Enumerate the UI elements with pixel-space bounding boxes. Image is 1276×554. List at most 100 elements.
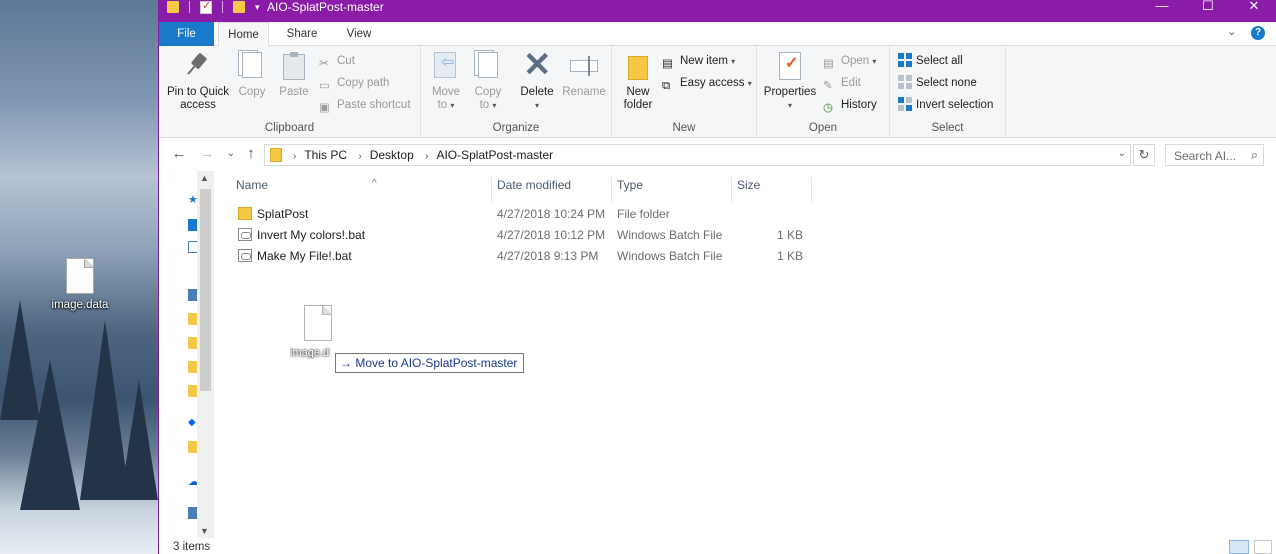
address-bar[interactable]: › This PC › Desktop › AIO-SplatPost-master … (264, 144, 1131, 166)
move-to-button[interactable]: Move to ▾ (427, 50, 465, 112)
edit-label: Edit (841, 77, 861, 89)
new-folder-button[interactable]: New folder (616, 50, 660, 112)
column-header-name[interactable]: Name ^ (231, 177, 492, 203)
details-view-icon[interactable] (1229, 540, 1249, 554)
properties-qat-icon[interactable] (200, 0, 212, 14)
refresh-button[interactable]: ↻ (1133, 144, 1155, 166)
forward-arrow-icon[interactable]: → (197, 145, 217, 162)
title-bar[interactable]: ▾ AIO-SplatPost-master — ☐ ✕ (159, 0, 1276, 22)
up-arrow-icon[interactable]: ↑ (241, 145, 261, 162)
edit-button[interactable]: ✎ Edit (823, 73, 861, 93)
open-icon: ▤ (823, 58, 834, 70)
dropdown-caret-icon: ▾ (787, 101, 792, 110)
back-arrow-icon[interactable]: ← (169, 145, 189, 162)
copy-to-button[interactable]: Copy to ▾ (469, 50, 507, 112)
tab-share[interactable]: Share (276, 22, 328, 46)
nav-pane-scrollbar[interactable]: ▲ ▼ (197, 171, 214, 538)
organize-group-label: Organize (492, 122, 540, 134)
cut-label: Cut (337, 55, 355, 67)
desktop-background: image.data (0, 0, 158, 554)
properties-button[interactable]: Properties ▾ (761, 50, 819, 112)
paste-icon (278, 50, 310, 82)
dropdown-caret-icon: ▾ (492, 101, 497, 110)
properties-icon (774, 50, 806, 82)
scrollbar-thumb[interactable] (200, 189, 211, 391)
column-header-type[interactable]: Type (612, 177, 732, 203)
breadcrumb-separator-icon[interactable]: › (358, 151, 361, 162)
tab-view[interactable]: View (331, 22, 387, 46)
tab-home[interactable]: Home (218, 22, 269, 47)
new-item-label: New item (680, 55, 728, 67)
open-label: Open (841, 55, 870, 67)
new-item-button[interactable]: ▤ New item ▾ (662, 51, 735, 71)
breadcrumb-desktop[interactable]: Desktop (370, 148, 414, 162)
file-name: SplatPost (257, 207, 309, 221)
breadcrumb-separator-icon[interactable]: › (293, 151, 296, 162)
paste-label: Paste (279, 86, 309, 98)
file-date: 4/27/2018 10:24 PM (497, 207, 606, 221)
copy-button[interactable]: Copy (233, 50, 271, 99)
pin-to-quick-access-button[interactable]: Pin to Quick access (165, 50, 231, 112)
paste-shortcut-button[interactable]: ▣ Paste shortcut (319, 95, 411, 115)
minimize-button[interactable]: — (1139, 0, 1185, 14)
cut-button[interactable]: ✂ Cut (319, 51, 355, 71)
invert-selection-button[interactable]: Invert selection (898, 95, 993, 115)
delete-x-icon: ✕ (523, 46, 552, 84)
breadcrumb-current-folder[interactable]: AIO-SplatPost-master (436, 148, 553, 162)
copy-to-label-line1: Copy (474, 86, 502, 98)
copy-to-icon (472, 50, 504, 82)
rename-button[interactable]: Rename (561, 50, 607, 99)
column-header-date-modified[interactable]: Date modified (492, 177, 612, 203)
select-group-label: Select (931, 122, 964, 134)
copy-label: Copy (238, 86, 266, 98)
breadcrumb: › This PC › Desktop › AIO-SplatPost-master (289, 148, 553, 162)
table-row[interactable]: SplatPost 4/27/2018 10:24 PM File folder (235, 204, 995, 225)
dropdown-caret-icon: ▾ (731, 57, 736, 66)
file-icon (66, 258, 94, 294)
address-dropdown-chevron-icon[interactable]: ⌄ (1118, 148, 1126, 159)
maximize-button[interactable]: ☐ (1185, 0, 1231, 14)
quick-access-toolbar: ▾ (167, 0, 260, 14)
breadcrumb-this-pc[interactable]: This PC (304, 148, 347, 162)
table-row[interactable]: Make My File!.bat 4/27/2018 9:13 PM Wind… (235, 246, 995, 267)
chevron-down-icon[interactable]: ⌄ (1227, 25, 1236, 38)
explorer-window: ▾ AIO-SplatPost-master — ☐ ✕ File Home S… (158, 0, 1276, 554)
recent-locations-chevron-icon[interactable]: ⌄ (221, 148, 241, 159)
desktop-file-label: image.data (51, 299, 109, 311)
paste-shortcut-label: Paste shortcut (337, 99, 411, 111)
sort-ascending-icon: ^ (372, 178, 377, 189)
open-button[interactable]: ▤ Open ▾ (823, 51, 876, 71)
easy-access-icon: ⧉ (662, 80, 671, 92)
invert-selection-label: Invert selection (916, 99, 994, 111)
invert-selection-icon (898, 97, 912, 111)
table-row[interactable]: Invert My colors!.bat 4/27/2018 10:12 PM… (235, 225, 995, 246)
easy-access-label: Easy access (680, 77, 745, 89)
delete-button[interactable]: ✕ Delete ▾ (517, 46, 557, 112)
easy-access-button[interactable]: ⧉ Easy access ▾ (662, 73, 752, 93)
customize-qat-chevron-icon[interactable]: ▾ (255, 2, 260, 13)
scroll-up-icon[interactable]: ▲ (200, 173, 209, 183)
select-none-icon (898, 75, 912, 89)
scroll-down-icon[interactable]: ▼ (200, 526, 209, 536)
folder-icon (238, 207, 252, 220)
large-icons-view-icon[interactable] (1254, 540, 1272, 554)
select-all-button[interactable]: Select all (898, 51, 963, 71)
desktop-file-image-data[interactable]: image.data (46, 258, 114, 311)
tab-file[interactable]: File (159, 22, 214, 46)
breadcrumb-separator-icon[interactable]: › (425, 151, 428, 162)
select-none-label: Select none (916, 77, 977, 89)
help-icon[interactable]: ? (1251, 26, 1265, 40)
copy-path-button[interactable]: ▭ Copy path (319, 73, 389, 93)
move-arrow-icon: → (340, 356, 352, 370)
scissors-icon: ✂ (319, 58, 329, 70)
column-header-size[interactable]: Size (732, 177, 812, 203)
file-icon (304, 305, 332, 341)
paste-button[interactable]: Paste (275, 50, 313, 99)
select-group: Select all Select none Invert selection … (890, 46, 1006, 138)
new-folder-qat-icon[interactable] (233, 1, 245, 13)
close-button[interactable]: ✕ (1231, 0, 1276, 14)
history-button[interactable]: ◷ History (823, 95, 877, 115)
search-input[interactable]: Search AI... ⌕ (1165, 144, 1264, 166)
copy-icon (236, 50, 268, 82)
select-none-button[interactable]: Select none (898, 73, 977, 93)
